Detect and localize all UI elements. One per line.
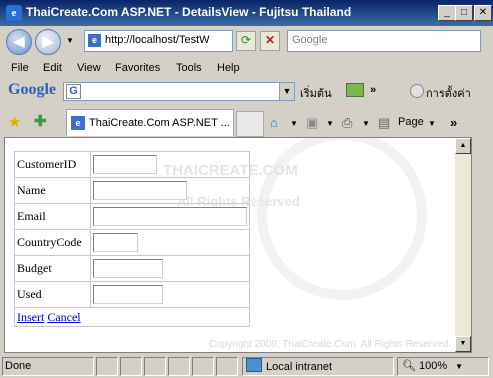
page-content: THAICREATE.COM All Rights Reserved Copyr…	[4, 137, 472, 353]
page-menu[interactable]: Page	[398, 116, 424, 128]
image-icon[interactable]	[346, 83, 364, 97]
new-tab-button[interactable]	[236, 111, 264, 137]
status-pane	[144, 357, 166, 376]
insert-link[interactable]: Insert	[17, 310, 44, 324]
status-pane	[192, 357, 214, 376]
search-placeholder: Google	[292, 34, 328, 46]
menu-tools[interactable]: Tools	[176, 62, 202, 74]
menu-help[interactable]: Help	[217, 62, 240, 74]
customerid-input[interactable]	[93, 155, 157, 174]
field-row-name: Name	[14, 177, 250, 204]
minimize-button[interactable]: _	[438, 5, 456, 21]
chevron-down-icon[interactable]: ▼	[279, 83, 294, 100]
feeds-icon[interactable]: ▣	[306, 115, 318, 131]
browser-window: e ThaiCreate.Com ASP.NET - DetailsView -…	[0, 0, 493, 378]
status-pane	[96, 357, 118, 376]
countrycode-input[interactable]	[93, 233, 138, 252]
status-bar: Done Local intranet 🔍︎ 100% ▼	[0, 355, 493, 378]
maximize-button[interactable]: □	[455, 5, 473, 21]
refresh-button[interactable]: ⟳	[236, 31, 256, 51]
field-row-customerid: CustomerID	[14, 151, 250, 178]
field-label: CustomerID	[14, 151, 91, 178]
menu-bar: File Edit View Favorites Tools Help	[0, 60, 493, 78]
menu-file[interactable]: File	[11, 62, 29, 74]
tab-active[interactable]: e ThaiCreate.Com ASP.NET ...	[66, 109, 234, 136]
field-label: Email	[14, 203, 91, 230]
google-toolbar: Google G ▼ เริ่มต้น » การตั้งค่า	[0, 79, 493, 103]
history-dropdown-icon[interactable]: ▼	[66, 36, 74, 45]
status-text: Done	[2, 357, 94, 376]
address-field[interactable]: e http://localhost/TestW	[84, 30, 233, 52]
details-view: CustomerID Name Email CountryCode Budget…	[14, 151, 250, 327]
zoom-icon: 🔍︎	[402, 360, 416, 372]
tab-row: ★ ✚ e ThaiCreate.Com ASP.NET ... ⌂ ▼ ▣ ▼…	[0, 107, 493, 137]
stop-button[interactable]: ✕	[260, 31, 280, 51]
scroll-up-icon[interactable]: ▲	[455, 138, 471, 154]
email-input[interactable]	[93, 207, 247, 226]
status-pane	[168, 357, 190, 376]
google-search-button[interactable]: เริ่มต้น	[300, 84, 332, 102]
field-row-email: Email	[14, 203, 250, 230]
status-pane	[216, 357, 238, 376]
zoom-control[interactable]: 🔍︎ 100% ▼	[397, 357, 489, 376]
print-dropdown-icon[interactable]: ▼	[362, 119, 370, 128]
field-row-used: Used	[14, 281, 250, 308]
field-label: CountryCode	[14, 229, 91, 256]
menu-favorites[interactable]: Favorites	[115, 62, 160, 74]
more-tools-icon[interactable]: »	[450, 115, 457, 130]
home-dropdown-icon[interactable]: ▼	[290, 119, 298, 128]
vertical-scrollbar[interactable]: ▲ ▼	[455, 138, 471, 352]
google-g-icon: G	[66, 84, 81, 99]
feeds-dropdown-icon[interactable]: ▼	[326, 119, 334, 128]
google-search-field[interactable]: G ▼	[63, 82, 295, 101]
field-row-countrycode: CountryCode	[14, 229, 250, 256]
field-label: Name	[14, 177, 91, 204]
watermark-copyright: Copyright 2009, ThaiCreate.Com. All Righ…	[209, 339, 452, 350]
cancel-link[interactable]: Cancel	[47, 310, 80, 324]
field-label: Budget	[14, 255, 91, 282]
forward-button[interactable]: ▶	[35, 29, 61, 55]
google-settings-button[interactable]: การตั้งค่า	[426, 84, 471, 102]
budget-input[interactable]	[93, 259, 163, 278]
tab-label: ThaiCreate.Com ASP.NET ...	[89, 117, 230, 129]
intranet-icon	[246, 358, 262, 372]
back-button[interactable]: ◀	[6, 29, 32, 55]
field-label: Used	[14, 281, 91, 308]
command-row: Insert Cancel	[14, 307, 250, 327]
address-row: ◀ ▶ ▼ e http://localhost/TestW ⟳ ✕ Googl…	[0, 26, 493, 56]
google-logo: Google	[8, 81, 56, 98]
home-icon[interactable]: ⌂	[270, 115, 278, 130]
title-bar: e ThaiCreate.Com ASP.NET - DetailsView -…	[0, 0, 493, 26]
field-row-budget: Budget	[14, 255, 250, 282]
scroll-down-icon[interactable]: ▼	[455, 336, 471, 352]
add-favorite-icon[interactable]: ✚	[34, 112, 47, 130]
page-menu-icon[interactable]: ▤	[378, 115, 390, 131]
used-input[interactable]	[93, 285, 163, 304]
address-url[interactable]: http://localhost/TestW	[105, 34, 227, 46]
zoom-dropdown-icon[interactable]: ▼	[455, 362, 463, 371]
more-chevron-icon[interactable]: »	[370, 84, 376, 96]
favorites-star-icon[interactable]: ★	[8, 113, 21, 131]
close-button[interactable]: ✕	[474, 5, 492, 21]
window-title: ThaiCreate.Com ASP.NET - DetailsView - F…	[26, 5, 352, 19]
menu-edit[interactable]: Edit	[43, 62, 62, 74]
print-icon[interactable]: ⎙	[342, 115, 352, 131]
page-dropdown-icon[interactable]: ▼	[428, 119, 436, 128]
name-input[interactable]	[93, 181, 187, 200]
settings-icon[interactable]	[410, 84, 424, 98]
security-zone: Local intranet	[242, 357, 394, 376]
ie-icon: e	[6, 5, 22, 21]
page-icon: e	[71, 116, 85, 130]
search-box[interactable]: Google	[287, 30, 481, 52]
status-pane	[120, 357, 142, 376]
page-icon: e	[88, 34, 101, 47]
menu-view[interactable]: View	[77, 62, 101, 74]
